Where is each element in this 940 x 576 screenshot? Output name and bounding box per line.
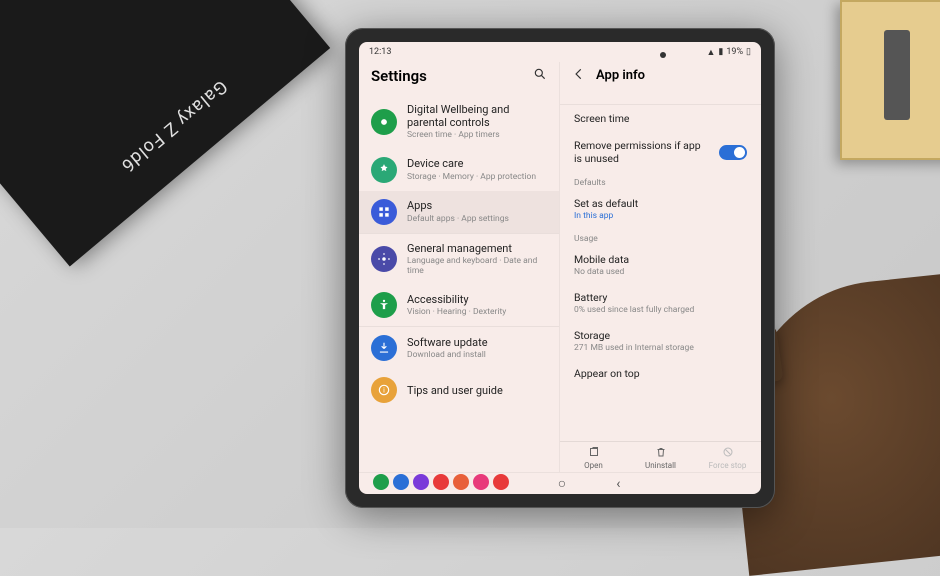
front-camera xyxy=(660,52,666,58)
action-force-stop: Force stop xyxy=(694,446,761,470)
detail-storage[interactable]: Storage271 MB used in Internal storage xyxy=(560,322,761,360)
battery-icon: ▯ xyxy=(746,47,751,57)
detail-appear-on-top[interactable]: Appear on top xyxy=(560,360,761,387)
setting-title: Device care xyxy=(407,157,547,170)
permissions-summary xyxy=(560,91,761,105)
dock-app-2[interactable] xyxy=(413,474,429,490)
toggle-switch[interactable] xyxy=(719,145,747,160)
dock-app-5[interactable] xyxy=(473,474,489,490)
device-care-icon xyxy=(371,157,397,183)
setting-item-software-update[interactable]: Software update Download and install xyxy=(359,326,559,369)
setting-title: Accessibility xyxy=(407,293,547,306)
home-button[interactable]: ○ xyxy=(558,475,566,492)
trash-icon xyxy=(655,446,667,460)
setting-title: General management xyxy=(407,242,547,255)
setting-title: Software update xyxy=(407,336,547,349)
dock-app-1[interactable] xyxy=(393,474,409,490)
setting-sub: Screen time · App timers xyxy=(407,130,547,140)
battery-pct: 19% xyxy=(726,47,743,57)
back-button[interactable]: ‹ xyxy=(616,476,620,492)
setting-item-apps[interactable]: Apps Default apps · App settings xyxy=(359,191,559,233)
detail-battery[interactable]: Battery0% used since last fully charged xyxy=(560,284,761,322)
setting-sub: Storage · Memory · App protection xyxy=(407,172,547,182)
general-icon xyxy=(371,246,397,272)
back-icon[interactable] xyxy=(572,66,586,85)
device-frame: 12:13 ▲ ▮ 19% ▯ Settings Digital Wellbei… xyxy=(345,28,775,508)
setting-sub: Download and install xyxy=(407,350,547,360)
setting-item-general[interactable]: General management Language and keyboard… xyxy=(359,233,559,285)
product-box: Galaxy Z Fold6 xyxy=(0,0,330,267)
screen: 12:13 ▲ ▮ 19% ▯ Settings Digital Wellbei… xyxy=(359,42,761,494)
dock-app-6[interactable] xyxy=(493,474,509,490)
settings-title: Settings xyxy=(371,67,525,85)
setting-item-accessibility[interactable]: Accessibility Vision · Hearing · Dexteri… xyxy=(359,284,559,326)
detail-set-as-default[interactable]: Set as defaultIn this app xyxy=(560,190,761,228)
setting-title: Apps xyxy=(407,199,547,212)
dock-app-0[interactable] xyxy=(373,474,389,490)
detail-screen-time[interactable]: Screen time xyxy=(560,105,761,132)
settings-panel: Settings Digital Wellbeing and parental … xyxy=(359,62,560,472)
app-info-panel: App info Screen timeRemove permissions i… xyxy=(560,62,761,472)
dock-app-4[interactable] xyxy=(453,474,469,490)
setting-title: Tips and user guide xyxy=(407,384,547,397)
status-time: 12:13 xyxy=(369,47,391,57)
action-uninstall[interactable]: Uninstall xyxy=(627,446,694,470)
hinge xyxy=(884,30,910,120)
status-bar: 12:13 ▲ ▮ 19% ▯ xyxy=(359,42,761,62)
signal-icon: ▮ xyxy=(718,47,723,57)
detail-mobile-data[interactable]: Mobile dataNo data used xyxy=(560,246,761,284)
nav-bar: ≡ ○ ‹ xyxy=(359,472,761,494)
setting-sub: Vision · Hearing · Dexterity xyxy=(407,307,547,317)
section-caption: Usage xyxy=(560,228,761,246)
tips-icon: i xyxy=(371,377,397,403)
stop-icon xyxy=(722,446,734,460)
action-open[interactable]: Open xyxy=(560,446,627,470)
app-actions-bar: OpenUninstallForce stop xyxy=(560,441,761,472)
setting-item-wellbeing[interactable]: Digital Wellbeing and parental controls … xyxy=(359,95,559,149)
apps-icon xyxy=(371,199,397,225)
open-icon xyxy=(588,446,600,460)
section-caption: Defaults xyxy=(560,172,761,190)
software-update-icon xyxy=(371,335,397,361)
dock-app-3[interactable] xyxy=(433,474,449,490)
svg-text:i: i xyxy=(383,386,385,394)
setting-sub: Default apps · App settings xyxy=(407,214,547,224)
toggle-remove-permissions[interactable]: Remove permissions if app is unused xyxy=(560,132,761,172)
accessibility-icon xyxy=(371,292,397,318)
app-dock xyxy=(373,474,509,490)
wellbeing-icon xyxy=(371,109,397,135)
setting-item-tips[interactable]: i Tips and user guide xyxy=(359,369,559,411)
setting-item-device-care[interactable]: Device care Storage · Memory · App prote… xyxy=(359,149,559,191)
search-icon[interactable] xyxy=(533,66,547,85)
setting-title: Digital Wellbeing and parental controls xyxy=(407,103,547,129)
app-info-title: App info xyxy=(596,68,645,83)
setting-sub: Language and keyboard · Date and time xyxy=(407,256,547,276)
wifi-icon: ▲ xyxy=(706,47,715,58)
